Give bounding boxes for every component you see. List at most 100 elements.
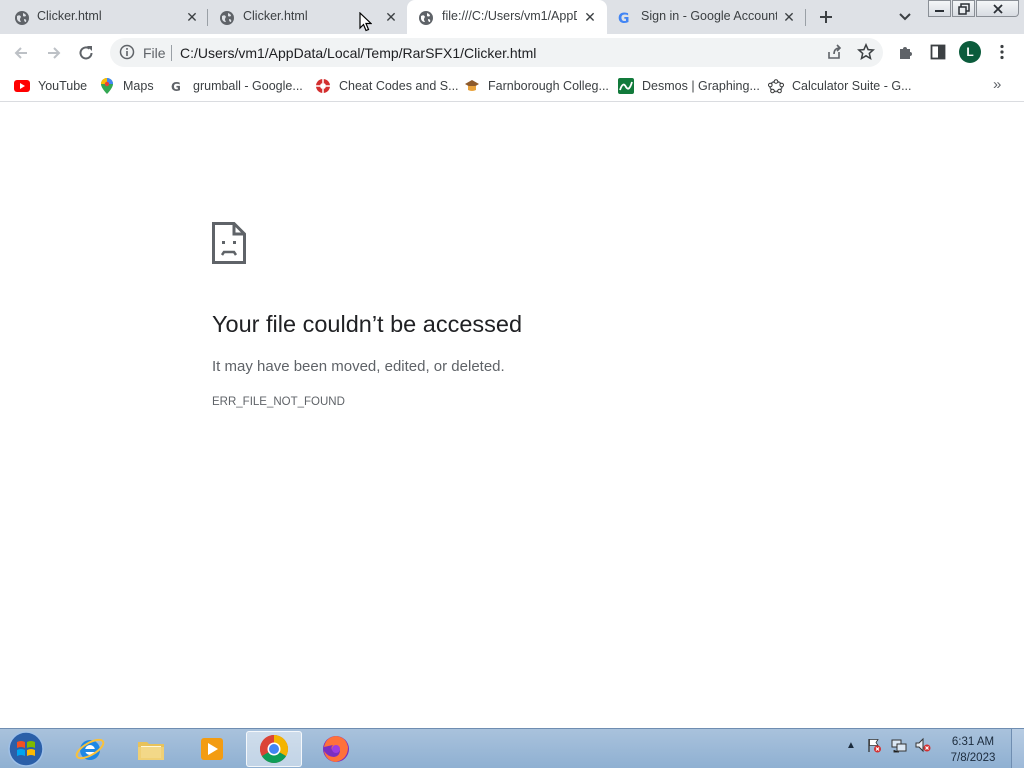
kebab-menu-icon: [1000, 44, 1004, 60]
tab-divider: [805, 9, 806, 26]
menu-button[interactable]: [992, 42, 1012, 62]
tab-clicker-2[interactable]: Clicker.html ✕: [208, 0, 407, 34]
share-button[interactable]: [824, 42, 844, 62]
globe-icon: [14, 10, 30, 26]
sad-file-icon: [212, 222, 246, 264]
tab-clicker-1[interactable]: Clicker.html ✕: [0, 0, 207, 34]
plus-icon: [820, 11, 832, 23]
windows-logo-icon: [8, 731, 44, 767]
reload-button[interactable]: [74, 41, 98, 65]
desmos-icon: [618, 78, 634, 94]
tab-search-button[interactable]: [894, 6, 916, 28]
tab-google-signin[interactable]: G Sign in - Google Accounts ✕: [607, 0, 805, 34]
youtube-icon: [14, 78, 30, 94]
address-bar[interactable]: File C:/Users/vm1/AppData/Local/Temp/Rar…: [110, 38, 883, 67]
star-icon: [857, 43, 875, 61]
close-window-button[interactable]: [976, 0, 1019, 17]
tab-close-icon[interactable]: ✕: [582, 9, 598, 25]
tab-title: Clicker.html: [243, 9, 308, 23]
bookmark-farnborough[interactable]: Farnborough Colleg...: [464, 77, 609, 95]
profile-avatar[interactable]: L: [959, 41, 981, 63]
start-button[interactable]: [6, 731, 46, 767]
bookmark-star-button[interactable]: [856, 42, 876, 62]
tab-title: file:///C:/Users/vm1/AppData/Local/Temp/…: [442, 9, 577, 23]
cheat-codes-icon: [315, 78, 331, 94]
restore-button[interactable]: [952, 0, 975, 17]
bookmark-label: Maps: [123, 79, 154, 93]
new-tab-button[interactable]: [812, 6, 840, 28]
minimize-icon: [934, 9, 944, 12]
back-button[interactable]: [9, 41, 33, 65]
bookmark-maps[interactable]: Maps: [99, 77, 154, 95]
bookmark-desmos[interactable]: Desmos | Graphing...: [618, 77, 760, 95]
taskbar-media-player[interactable]: [184, 731, 240, 767]
side-panel-icon: [930, 44, 946, 60]
system-clock[interactable]: 6:31 AM 7/8/2023: [940, 734, 1006, 766]
geogebra-icon: [768, 78, 784, 94]
scheme-label: File: [143, 45, 166, 61]
tab-close-icon[interactable]: ✕: [184, 9, 200, 25]
mouse-cursor-icon: [359, 12, 372, 32]
globe-icon: [219, 10, 235, 26]
arrow-left-icon: [14, 47, 27, 59]
tab-close-icon[interactable]: ✕: [383, 9, 399, 25]
info-icon[interactable]: [119, 44, 135, 60]
taskbar-chrome[interactable]: [246, 731, 302, 767]
action-center-flag-icon[interactable]: [866, 737, 882, 753]
bookmark-grumball[interactable]: G grumball - Google...: [169, 77, 303, 95]
volume-muted-icon[interactable]: [915, 737, 931, 753]
bookmarks-overflow-chevron-icon[interactable]: »: [993, 76, 1001, 93]
clock-time: 6:31 AM: [951, 736, 995, 748]
chrome-icon: [260, 735, 288, 763]
omnibox-divider: [171, 45, 172, 61]
network-icon[interactable]: [891, 737, 907, 753]
share-icon: [828, 44, 842, 59]
extensions-button[interactable]: [896, 42, 916, 62]
bookmark-label: Farnborough Colleg...: [488, 79, 609, 93]
globe-icon: [418, 10, 434, 26]
arrow-right-icon: [48, 47, 61, 59]
firefox-icon: [323, 736, 349, 762]
bookmark-label: Cheat Codes and S...: [339, 79, 459, 93]
internet-explorer-icon: [75, 738, 105, 760]
taskbar-firefox[interactable]: [308, 731, 364, 767]
show-hidden-icons-button[interactable]: ▲: [843, 737, 859, 753]
media-player-icon: [201, 738, 223, 760]
taskbar-internet-explorer[interactable]: [62, 731, 118, 767]
bookmark-label: Calculator Suite - G...: [792, 79, 912, 93]
bookmarks-bar: YouTube Maps G grumball - Google... Chea…: [0, 71, 1024, 102]
error-message: It may have been moved, edited, or delet…: [212, 358, 505, 375]
clock-date: 7/8/2023: [950, 752, 996, 764]
svg-text:G: G: [618, 11, 630, 26]
browser-toolbar: File C:/Users/vm1/AppData/Local/Temp/Rar…: [0, 34, 1024, 71]
tab-strip: Clicker.html ✕ Clicker.html ✕ file:///C:…: [0, 0, 1024, 34]
taskbar-file-explorer[interactable]: [123, 731, 179, 767]
bookmark-youtube[interactable]: YouTube: [14, 77, 87, 95]
side-panel-button[interactable]: [928, 42, 948, 62]
forward-button[interactable]: [42, 41, 66, 65]
bookmark-calculator-suite[interactable]: Calculator Suite - G...: [768, 77, 912, 95]
reload-icon: [79, 46, 93, 60]
tab-title: Sign in - Google Accounts: [641, 9, 777, 23]
minimize-button[interactable]: [928, 0, 951, 17]
folder-icon: [138, 742, 164, 760]
bookmark-label: YouTube: [38, 79, 88, 93]
taskbar: ▲ 6:31 AM 7/8/2023: [0, 728, 1024, 768]
bookmark-cheat-codes[interactable]: Cheat Codes and S...: [315, 77, 459, 95]
close-icon: [992, 3, 1003, 14]
google-icon: G: [169, 78, 185, 94]
chevron-down-icon: [899, 13, 911, 21]
url-text[interactable]: C:/Users/vm1/AppData/Local/Temp/RarSFX1/…: [180, 45, 536, 61]
tab-file-active[interactable]: file:///C:/Users/vm1/AppData/Local/Temp/…: [407, 0, 607, 34]
google-icon: G: [617, 10, 633, 26]
maps-icon: [99, 78, 115, 94]
bookmark-label: grumball - Google...: [193, 79, 303, 93]
error-title: Your file couldn’t be accessed: [212, 311, 523, 337]
show-desktop-button[interactable]: [1011, 729, 1024, 768]
svg-text:G: G: [171, 80, 181, 93]
college-icon: [464, 78, 480, 94]
puzzle-icon: [900, 47, 912, 59]
error-code: ERR_FILE_NOT_FOUND: [212, 396, 345, 408]
tab-close-icon[interactable]: ✕: [781, 9, 797, 25]
bookmark-label: Desmos | Graphing...: [642, 79, 760, 93]
